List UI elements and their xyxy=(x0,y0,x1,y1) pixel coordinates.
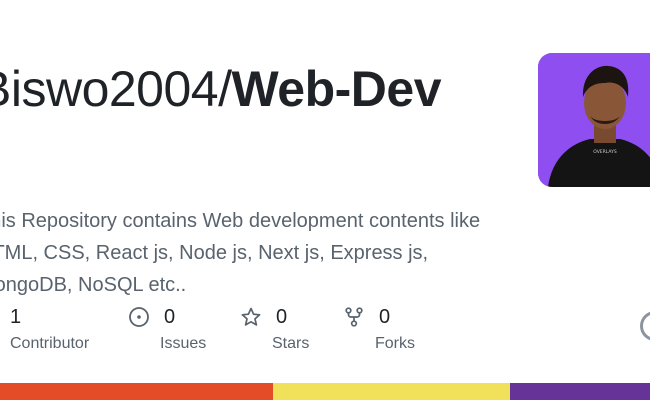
avatar-shirt-text: OVERLAYS xyxy=(593,149,617,155)
language-bar xyxy=(0,383,650,400)
avatar-portrait: OVERLAYS xyxy=(538,53,650,187)
issue-opened-icon xyxy=(128,306,150,328)
stat-contributors[interactable]: 1 Contributor xyxy=(10,303,89,353)
repo-name[interactable]: Web-Dev xyxy=(232,61,442,117)
repo-stats: 1 Contributor 0 Issues 0 Stars 0 Forks xyxy=(0,303,650,363)
forks-count: 0 xyxy=(379,305,391,328)
issues-label: Issues xyxy=(160,335,207,352)
language-segment-css xyxy=(510,383,650,400)
owner-avatar[interactable]: OVERLAYS xyxy=(538,53,650,187)
stars-count: 0 xyxy=(276,305,288,328)
issues-count: 0 xyxy=(164,305,176,328)
repo-title[interactable]: Biswo2004/Web-Dev xyxy=(0,58,458,120)
language-segment-javascript xyxy=(273,383,511,400)
stars-label: Stars xyxy=(272,335,310,352)
stat-stars[interactable]: 0 Stars xyxy=(240,303,309,353)
stat-issues[interactable]: 0 Issues xyxy=(128,303,206,353)
repo-forked-icon xyxy=(343,306,365,328)
contributors-count: 1 xyxy=(10,305,22,328)
repo-owner[interactable]: Biswo2004/ xyxy=(0,61,232,117)
star-icon xyxy=(240,306,262,328)
language-segment-html xyxy=(0,383,273,400)
repo-description: This Repository contains Web development… xyxy=(0,210,481,296)
stat-forks[interactable]: 0 Forks xyxy=(343,303,415,353)
contributors-label: Contributor xyxy=(10,335,90,352)
forks-label: Forks xyxy=(375,335,415,352)
